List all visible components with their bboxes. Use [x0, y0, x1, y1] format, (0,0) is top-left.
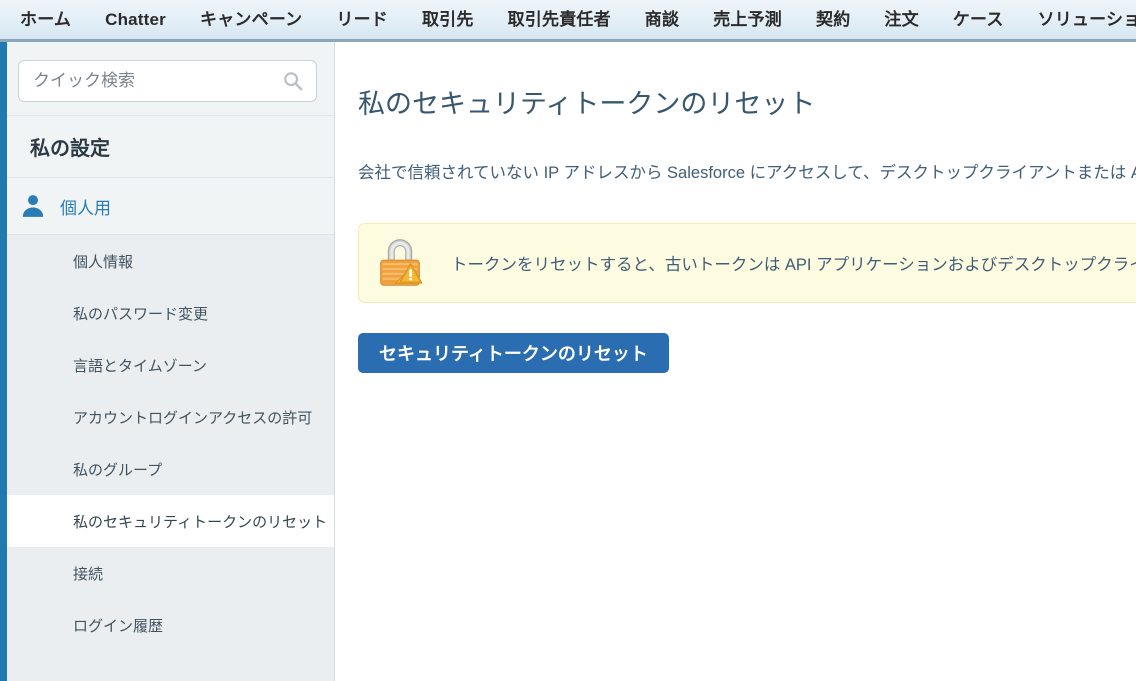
- nav-tab-forecasts[interactable]: 売上予測: [696, 0, 799, 39]
- sidebar-item-label: 言語とタイムゾーン: [73, 357, 207, 375]
- nav-tab-contracts[interactable]: 契約: [799, 0, 867, 39]
- sidebar-item-list: 個人情報私のパスワード変更 言語とタイムゾーンアカウントログインアクセスの許可 私の…: [7, 235, 334, 651]
- sidebar-item-label: アカウントログインアクセスの許可: [73, 409, 313, 427]
- nav-tab-chatter[interactable]: Chatter: [88, 0, 183, 39]
- warning-banner-text: トークンをリセットすると、古いトークンは API アプリケーションおよびデスクト…: [451, 256, 1136, 274]
- page-title: 私のセキュリティトークンのリセット: [358, 89, 816, 119]
- reset-security-token-button[interactable]: セキュリティトークンのリセット: [358, 333, 669, 373]
- sidebar-item-personal-information[interactable]: 個人情報: [7, 235, 334, 287]
- sidebar-item-label: 接続: [73, 565, 104, 583]
- sidebar-section-personal[interactable]: 個人用: [7, 178, 334, 235]
- sidebar-item-label: ログイン履歴: [73, 617, 164, 635]
- sidebar-item-grant-account-login-access[interactable]: アカウントログインアクセスの許可: [7, 391, 334, 443]
- sidebar-item-language-and-time-zone[interactable]: 言語とタイムゾーン: [7, 339, 334, 391]
- sidebar-item-label: 私のグループ: [73, 461, 163, 479]
- my-settings-heading: 私の設定: [7, 116, 334, 178]
- sidebar-item-connections[interactable]: 接続: [7, 547, 334, 599]
- nav-tab-orders[interactable]: 注文: [867, 0, 935, 39]
- warning-banner: トークンをリセットすると、古いトークンは API アプリケーションおよびデスクト…: [358, 223, 1136, 303]
- nav-tab-home[interactable]: ホーム: [0, 0, 88, 39]
- sidebar-item-change-my-password[interactable]: 私のパスワード変更: [7, 287, 334, 339]
- quick-find-box[interactable]: [18, 60, 317, 102]
- nav-tab-opportunities[interactable]: 商談: [628, 0, 696, 39]
- top-navigation-bar: ホーム Chatter キャンペーン リード 取引先 取引先責任者 商談 売上予測 契約 注文 ケー…: [0, 0, 1136, 42]
- nav-tab-contacts[interactable]: 取引先責任者: [491, 0, 628, 39]
- search-input[interactable]: [19, 61, 316, 101]
- sidebar-item-my-groups[interactable]: 私のグループ: [7, 443, 334, 495]
- main-content: 私のセキュリティトークンのリセット 会社で信頼されていない IP アドレスから …: [336, 42, 1136, 681]
- nav-tab-campaigns[interactable]: キャンペーン: [183, 0, 319, 39]
- lock-warning-icon: [380, 239, 423, 286]
- sidebar-item-reset-my-security-token[interactable]: 私のセキュリティトークンのリセット: [7, 495, 334, 547]
- sidebar-item-label: 個人情報: [73, 253, 134, 271]
- sidebar-item-label: 私のパスワード変更: [73, 305, 209, 323]
- nav-tab-cases[interactable]: ケース: [936, 0, 1021, 39]
- settings-sidebar: 私の設定 個人用 個人情報私のパスワード変更言語とタイムゾーンアカウントログイン…: [0, 42, 335, 681]
- page-description: 会社で信頼されていない IP アドレスから Salesforce にアクセスして…: [358, 164, 1136, 182]
- nav-tab-accounts[interactable]: 取引先: [405, 0, 491, 39]
- quick-find-row: [7, 42, 334, 116]
- person-icon: [22, 195, 44, 217]
- sidebar-section-personal-label: 個人用: [60, 198, 111, 218]
- nav-tab-solutions[interactable]: ソリューション: [1021, 0, 1136, 39]
- nav-tab-leads[interactable]: リード: [319, 0, 405, 39]
- sidebar-item-login-history[interactable]: ログイン履歴: [7, 599, 334, 651]
- sidebar-item-label: 私のセキュリティトークンのリセット: [73, 513, 328, 531]
